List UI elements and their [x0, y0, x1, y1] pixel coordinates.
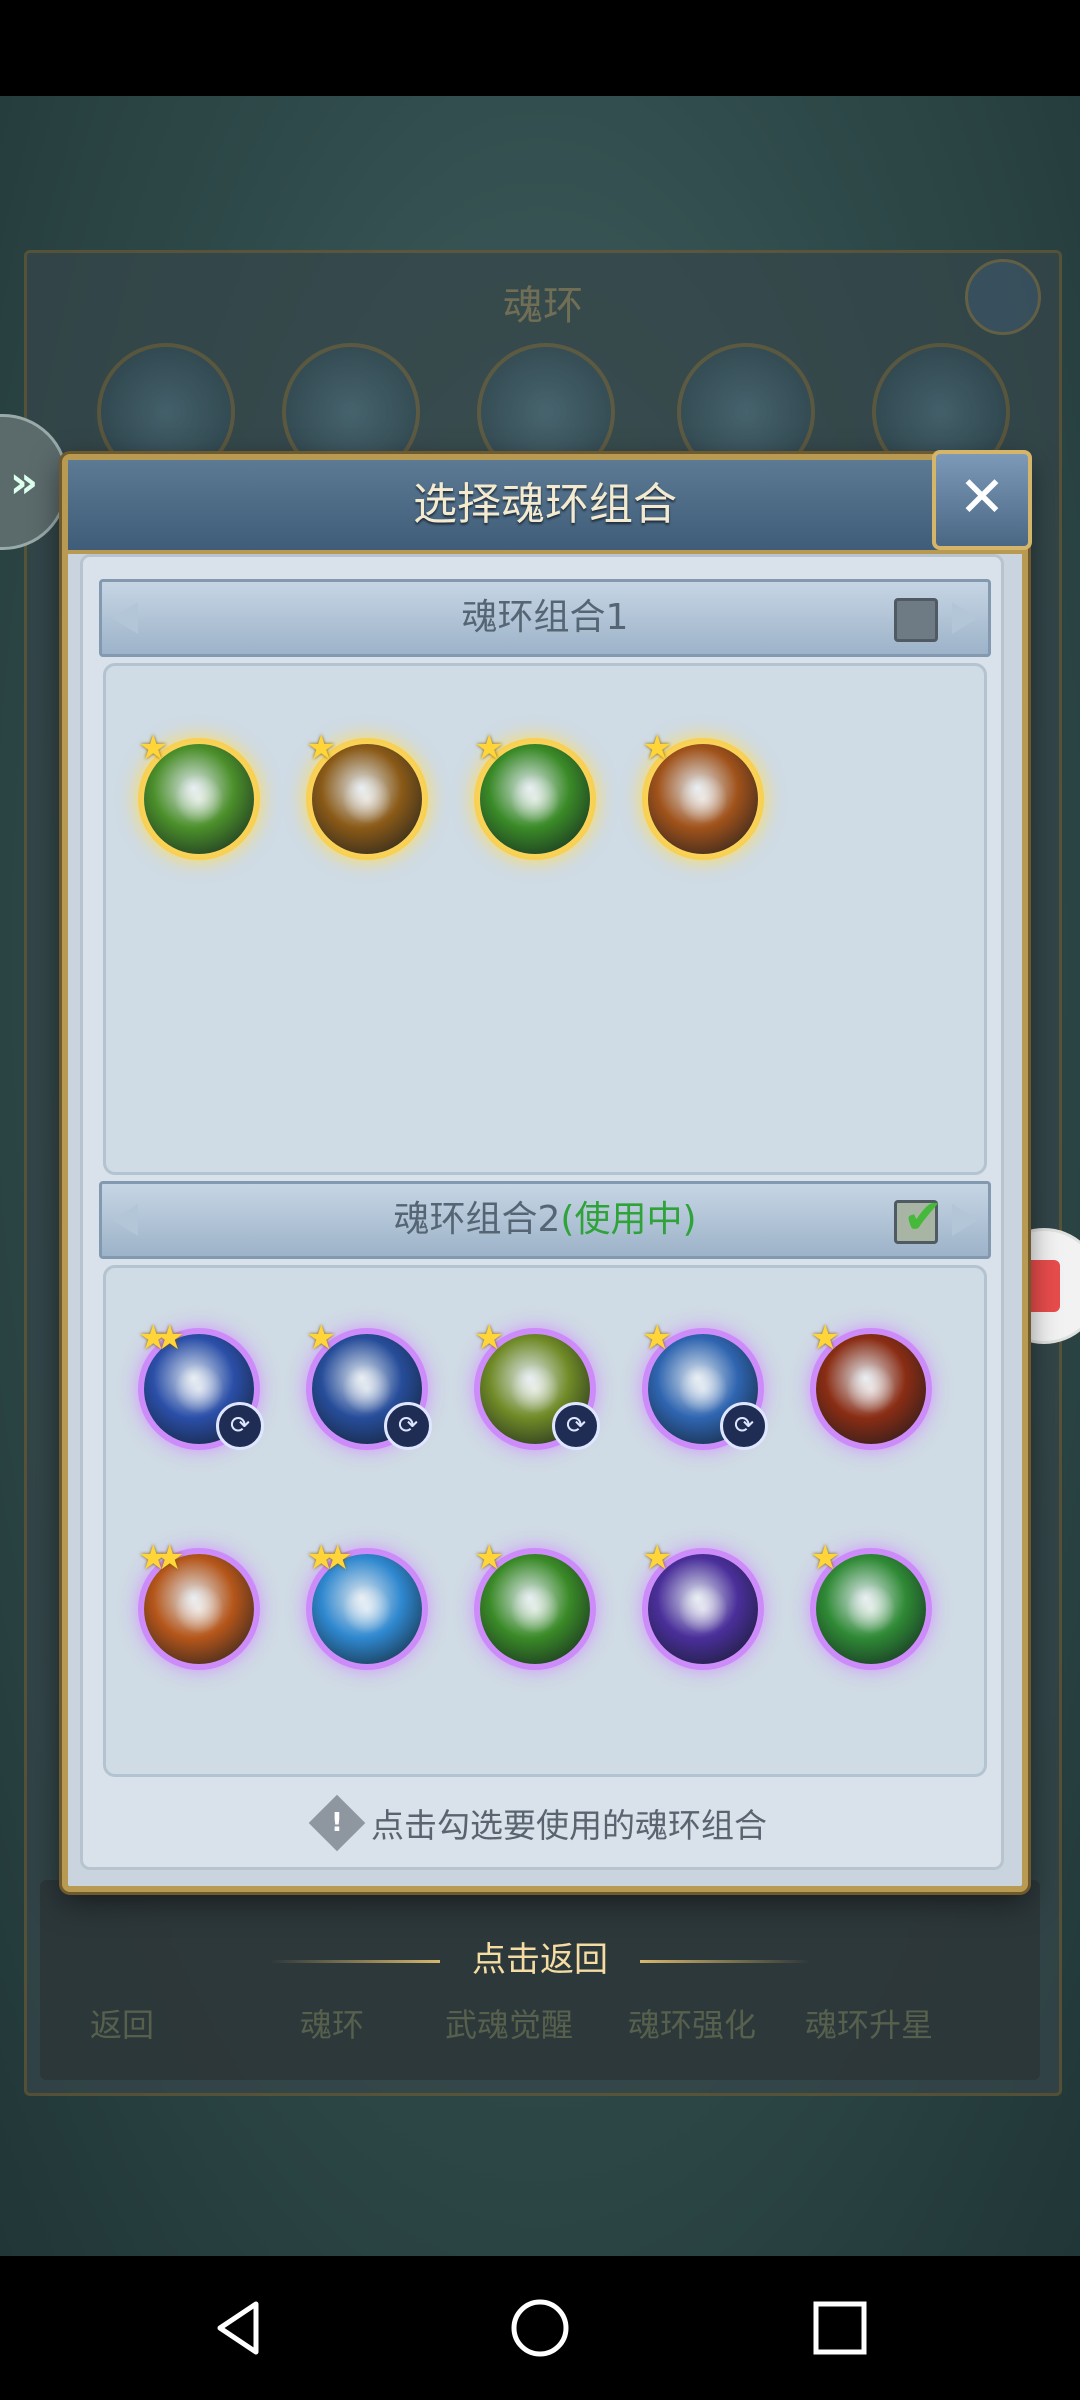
swap-icon: ⟳: [720, 1402, 768, 1450]
system-nav-bar: [0, 2256, 1080, 2400]
star-rating-icon: ★: [474, 1538, 505, 1578]
spiral-shield-ring-icon: [678, 774, 728, 824]
back-decor-line-left: [270, 1960, 440, 1963]
blue-figure-ring-icon: [174, 1364, 224, 1414]
background-bottom-item: 武魂觉醒: [445, 2006, 574, 2044]
select-ring-combo-dialog: 选择魂环组合 ✕ 魂环组合1 ★ ★ ★ ★ 魂环组合2(使用中) ✔ ★★ ⟳ …: [62, 450, 1032, 1892]
star-rating-icon: ★★: [138, 1318, 185, 1358]
background-bottom-item: 魂环升星: [805, 2006, 934, 2044]
group1-checkbox[interactable]: [894, 598, 938, 642]
ring-slot[interactable]: ★★: [306, 1538, 422, 1664]
tap-to-return-button[interactable]: 点击返回: [472, 1940, 608, 1980]
background-close-icon: [965, 259, 1041, 335]
dialog-header: 选择魂环组合: [68, 460, 1022, 554]
nav-home-icon[interactable]: [508, 2296, 572, 2360]
ring-slot[interactable]: ★: [138, 728, 254, 854]
void-orb-ring-icon: [678, 1584, 728, 1634]
group2-header[interactable]: 魂环组合2(使用中) ✔: [99, 1181, 991, 1259]
ring-slot[interactable]: ★★: [138, 1538, 254, 1664]
group2-checkbox[interactable]: ✔: [894, 1189, 943, 1245]
double-chevron-icon: »: [9, 456, 39, 508]
background-bottom-item: 魂环: [300, 2006, 365, 2044]
star-rating-icon: ★: [642, 728, 673, 768]
nav-recent-icon[interactable]: [808, 2296, 872, 2360]
ring-slot[interactable]: ★: [474, 1538, 590, 1664]
star-rating-icon: ★: [474, 1318, 505, 1358]
ring-slot[interactable]: ★: [642, 1538, 758, 1664]
group1-title: 魂环组合1: [461, 597, 629, 638]
dialog-body: 魂环组合1 ★ ★ ★ ★ 魂环组合2(使用中) ✔ ★★ ⟳ ★ ⟳ ★ ⟳ ★ ⟳ …: [80, 554, 1004, 1870]
group2-ring-box: ★★ ⟳ ★ ⟳ ★ ⟳ ★ ⟳ ★ ★★ ★★ ★ ★ ★: [103, 1265, 987, 1777]
star-rating-icon: ★: [138, 728, 169, 768]
background-title: 魂环: [503, 283, 583, 329]
water-swirl-ring-icon: [678, 1364, 728, 1414]
ring-slot[interactable]: ★ ⟳: [642, 1318, 768, 1450]
background-bottom-item: 返回: [90, 2006, 155, 2044]
back-row: 点击返回: [0, 1932, 1080, 1992]
golden-face-ring-icon: [342, 774, 392, 824]
spiral-shield-ring-icon: [174, 1584, 224, 1634]
checkmark-icon: ✔: [903, 1189, 944, 1245]
sprout-ring-icon: [510, 1584, 560, 1634]
ring-slot[interactable]: ★★ ⟳: [138, 1318, 264, 1450]
star-rating-icon: ★: [810, 1538, 841, 1578]
swap-icon: ⟳: [216, 1402, 264, 1450]
lightning-ring-icon: [342, 1584, 392, 1634]
green-burst-ring-icon: [846, 1584, 896, 1634]
ring-slot[interactable]: ★: [642, 728, 758, 854]
sprout-ring-icon: [510, 774, 560, 824]
hint-text: 点击勾选要使用的魂环组合: [371, 1806, 767, 1845]
ring-slot[interactable]: ★: [306, 728, 422, 854]
swap-icon: ⟳: [384, 1402, 432, 1450]
group2-title: 魂环组合2(使用中): [393, 1199, 697, 1240]
info-icon: !: [308, 1794, 366, 1852]
swap-icon: ⟳: [552, 1402, 600, 1450]
close-icon: ✕: [958, 465, 1006, 530]
star-rating-icon: ★: [474, 728, 505, 768]
ring-slot[interactable]: ★ ⟳: [306, 1318, 432, 1450]
clover-ring-icon: [174, 774, 224, 824]
fire-emblem-ring-icon: [846, 1364, 896, 1414]
close-button[interactable]: ✕: [932, 450, 1032, 550]
star-rating-icon: ★★: [306, 1538, 353, 1578]
star-rating-icon: ★: [306, 728, 337, 768]
ring-slot[interactable]: ★: [810, 1538, 926, 1664]
in-use-status: (使用中): [560, 1199, 697, 1240]
hint-row: ! 点击勾选要使用的魂环组合: [83, 1793, 1001, 1853]
dialog-title: 选择魂环组合: [413, 479, 677, 530]
star-rating-icon: ★★: [138, 1538, 185, 1578]
status-bar: [0, 0, 1080, 96]
group1-ring-box: ★ ★ ★ ★: [103, 663, 987, 1175]
ring-slot[interactable]: ★: [474, 728, 590, 854]
back-decor-line-right: [640, 1960, 810, 1963]
ring-slot[interactable]: ★: [810, 1318, 926, 1444]
star-rating-icon: ★: [810, 1318, 841, 1358]
nav-back-icon[interactable]: [208, 2296, 272, 2360]
group1-header[interactable]: 魂环组合1: [99, 579, 991, 657]
star-rating-icon: ★: [642, 1538, 673, 1578]
green-bubbles-ring-icon: [510, 1364, 560, 1414]
star-rating-icon: ★: [642, 1318, 673, 1358]
background-bottom-item: 魂环强化: [628, 2006, 757, 2044]
ring-slot[interactable]: ★ ⟳: [474, 1318, 600, 1450]
ice-spear-ring-icon: [342, 1364, 392, 1414]
star-rating-icon: ★: [306, 1318, 337, 1358]
